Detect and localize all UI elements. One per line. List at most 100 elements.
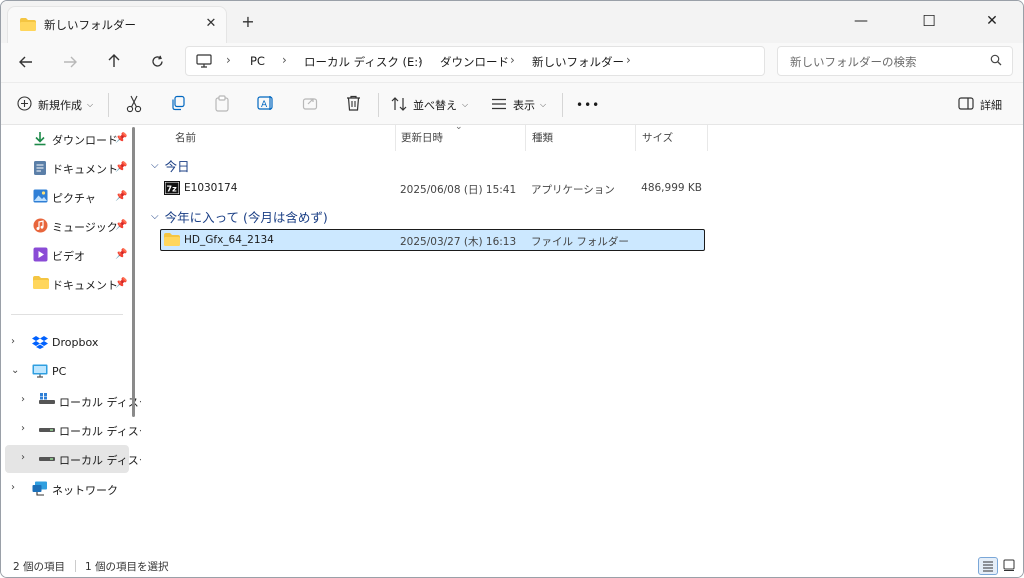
svg-text:7z: 7z [167,185,178,194]
tab-current-folder[interactable]: 新しいフォルダー ✕ [7,6,227,43]
breadcrumb-downloads[interactable]: ダウンロード [440,54,509,70]
new-tab-button[interactable]: + [238,12,258,32]
sidebar-item-music[interactable]: ミュージック 📌 [5,212,129,240]
sidebar-item-documents[interactable]: ドキュメント 📌 [5,154,129,182]
minimize-button[interactable]: — [838,7,884,35]
view-button[interactable]: 表示 ⌵ [491,94,546,116]
chevron-right-icon[interactable]: › [11,336,15,347]
paste-icon[interactable] [212,95,232,115]
address-bar[interactable]: › PC › ローカル ディスク (E:) › ダウンロード › 新しいフォルダ… [185,46,765,76]
sort-ascending-icon: ⌄ [455,122,463,132]
sidebar-item-downloads[interactable]: ダウンロード 📌 [5,125,129,153]
monitor-icon [196,54,212,71]
share-icon[interactable] [300,95,320,115]
chevron-right-icon[interactable]: › [11,482,15,493]
back-icon[interactable] [12,49,40,77]
file-size: 486,999 KB [641,182,702,194]
cut-icon[interactable] [124,95,144,115]
explorer-window: 新しいフォルダー ✕ + — ☐ ✕ › PC › ローカル ディスク (E:) [0,0,1024,578]
divider [108,93,109,117]
navigation-pane: ダウンロード 📌 ドキュメント 📌 ピクチャ 📌 ミュージック 📌 ビデオ 📌 … [1,125,150,555]
search-input[interactable]: 新しいフォルダーの検索 [777,46,1013,76]
file-list: 名前 更新日時 ⌄ 種類 サイズ ⌵ 今日 7z E1030174 2025/0… [141,122,1023,555]
chevron-right-icon[interactable]: › [626,53,631,67]
drive-windows-icon [39,393,55,408]
sidebar-item-label: ビデオ [52,250,85,263]
chevron-right-icon[interactable]: › [21,394,25,405]
rename-icon[interactable]: A [256,95,276,115]
sort-icon [391,96,407,114]
sidebar-item-videos[interactable]: ビデオ 📌 [5,241,129,269]
drive-icon [39,451,55,466]
network-icon [32,481,48,499]
sidebar-item-local-disk-e[interactable]: › ローカル ディスク [5,445,150,473]
address-row: › PC › ローカル ディスク (E:) › ダウンロード › 新しいフォルダ… [1,43,1023,83]
tab-close-icon[interactable]: ✕ [201,14,221,34]
pin-icon: 📌 [115,191,128,202]
sidebar-item-pictures[interactable]: ピクチャ 📌 [5,183,129,211]
maximize-button[interactable]: ☐ [906,7,952,35]
sidebar-item-dropbox[interactable]: › Dropbox [5,329,129,357]
video-icon [33,247,48,265]
details-pane-icon [958,97,974,113]
sidebar-item-documents-folder[interactable]: ドキュメント 📌 [5,270,129,298]
sidebar-item-local-disk-d[interactable]: › ローカル ディスク [5,416,150,444]
new-button[interactable]: 新規作成 ⌵ [17,94,93,116]
large-icons-view-button[interactable] [1000,557,1020,575]
status-item-count: 2 個の項目 [13,561,66,573]
tiles-view-icon [1003,559,1015,571]
up-icon[interactable] [100,49,128,77]
close-button[interactable]: ✕ [969,7,1015,35]
file-type: ファイル フォルダー [531,236,629,248]
sort-button-label: 並べ替え [413,99,457,112]
sidebar-item-label: ドキュメント [52,163,118,176]
sidebar-item-label: Dropbox [52,336,99,349]
breadcrumb-current[interactable]: 新しいフォルダー [532,54,624,70]
sidebar-item-local-disk-c[interactable]: › ローカル ディスク [5,387,150,415]
sidebar-item-label: ピクチャ [52,192,96,205]
chevron-down-icon[interactable]: ⌄ [11,365,19,376]
sidebar-scrollbar[interactable] [132,127,135,417]
breadcrumb-drive[interactable]: ローカル ディスク (E:) [304,54,423,70]
column-header-label: サイズ [642,132,674,144]
dropbox-icon [32,335,48,352]
group-header-today[interactable]: ⌵ 今日 [151,156,190,175]
pin-icon: 📌 [115,133,128,144]
chevron-right-icon[interactable]: › [21,452,25,463]
column-header-size[interactable]: サイズ [636,125,708,151]
chevron-right-icon: › [418,53,423,67]
7zip-icon: 7z [164,181,180,198]
group-label: 今日 [164,159,190,174]
chevron-down-icon: ⌵ [540,100,547,109]
column-header-type[interactable]: 種類 [526,125,636,151]
group-header-this-year[interactable]: ⌵ 今年に入って (今月は含めず) [151,207,328,226]
details-view-button[interactable] [978,557,998,575]
sidebar-item-label: ミュージック [52,221,118,234]
drive-icon [39,422,55,437]
sidebar-item-pc[interactable]: ⌄ PC [5,358,129,386]
chevron-right-icon[interactable]: › [21,423,25,434]
chevron-right-icon: › [282,53,287,67]
refresh-icon[interactable] [143,49,171,77]
folder-icon [164,233,180,249]
column-header-label: 名前 [175,132,196,144]
file-row[interactable]: 7z E1030174 2025/06/08 (日) 15:41 アプリケーショ… [160,178,705,200]
file-name: HD_Gfx_64_2134 [184,234,274,246]
document-icon [33,160,47,179]
details-pane-button[interactable]: 詳細 [958,94,1002,116]
file-row-selected[interactable]: HD_Gfx_64_2134 2025/03/27 (木) 16:13 ファイル… [160,229,705,251]
copy-icon[interactable] [168,95,188,115]
divider [75,560,76,572]
file-modified: 2025/06/08 (日) 15:41 [400,184,517,196]
breadcrumb-pc[interactable]: PC [250,54,265,68]
details-pane-label: 詳細 [980,99,1002,112]
delete-icon[interactable] [343,95,363,115]
column-header-name[interactable]: 名前 [141,125,396,151]
sidebar-item-network[interactable]: › ネットワーク [5,475,129,503]
forward-icon[interactable] [56,49,84,77]
sidebar-item-label: ドキュメント [52,279,118,292]
sidebar-item-label: ネットワーク [52,484,118,497]
sort-button[interactable]: 並べ替え ⌵ [391,94,468,116]
more-options-button[interactable]: ••• [576,94,600,116]
column-header-label: 更新日時 [401,132,443,144]
